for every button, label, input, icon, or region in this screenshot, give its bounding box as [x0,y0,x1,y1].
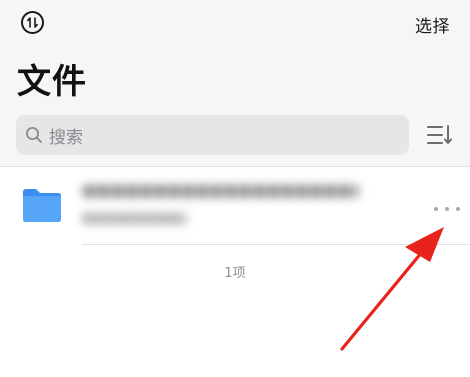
list-item[interactable]: ■■■■■■■■■■■■■■■■■■■■■■ ■■■■■■■■■ [0,167,470,245]
sort-arrows-icon [27,17,38,28]
sort-order-icon[interactable] [21,11,44,34]
search-input[interactable]: 搜索 [16,115,409,155]
more-dot-icon [456,207,460,211]
more-dot-icon [434,207,438,211]
list-view-options-icon[interactable] [427,124,455,146]
file-meta: ■■■■■■■■■ [82,211,186,226]
file-name: ■■■■■■■■■■■■■■■■■■■■■■ [82,181,358,199]
more-options-button[interactable] [434,205,460,213]
page-title: 文件 [17,62,87,102]
folder-icon [22,187,62,223]
select-button[interactable]: 选择 [415,12,450,37]
header: 选择 文件 搜索 [0,0,470,166]
item-count: 1项 [224,266,246,281]
search-placeholder: 搜索 [49,127,83,148]
more-dot-icon [445,207,449,211]
search-icon [25,126,44,145]
row-divider [82,244,470,245]
